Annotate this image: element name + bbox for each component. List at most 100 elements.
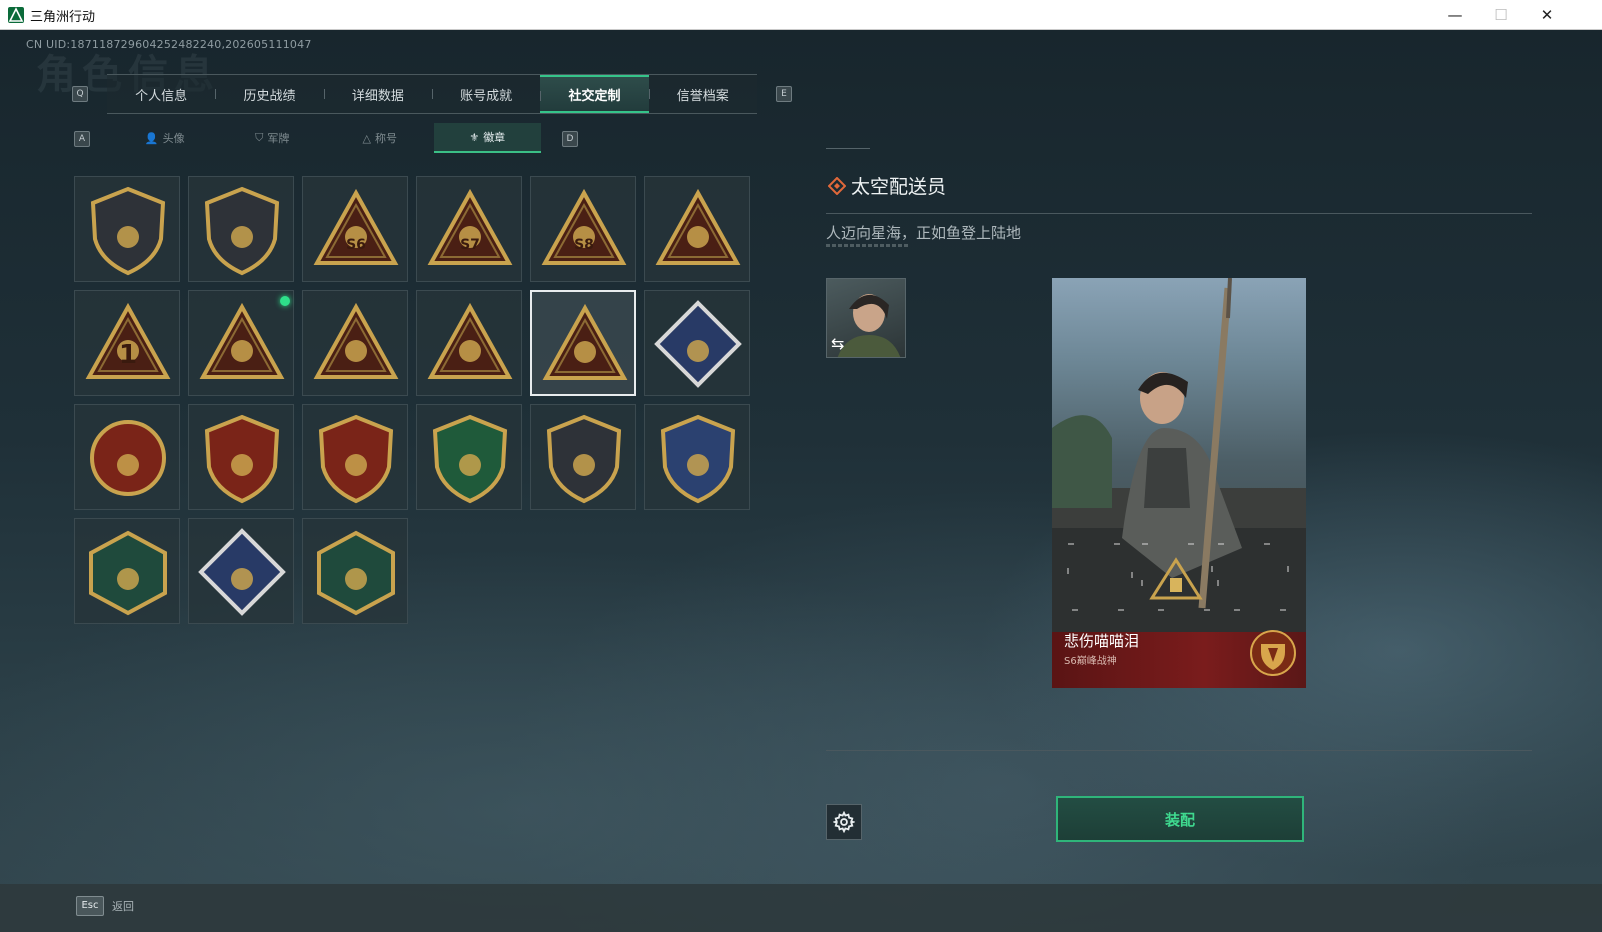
- badge-tile[interactable]: [644, 290, 750, 396]
- detail-decor-line: [826, 148, 870, 153]
- prev-tab-key-hint[interactable]: Q: [72, 86, 88, 102]
- close-button[interactable]: ✕: [1524, 0, 1570, 30]
- badge-tile[interactable]: [416, 290, 522, 396]
- tab-social-custom[interactable]: 社交定制: [540, 75, 649, 113]
- stars-shield-badge-icon: [204, 414, 280, 504]
- s6-badge-icon: S6: [313, 188, 399, 265]
- description-decor: [826, 244, 910, 247]
- card-player-rank: S6巅峰战神: [1064, 656, 1117, 667]
- badge-tile[interactable]: [74, 176, 180, 282]
- next-tab-key-hint[interactable]: E: [776, 86, 792, 102]
- title-icon: △: [362, 131, 371, 145]
- badge-text: S7: [460, 237, 480, 253]
- soldiers-badge-icon: [427, 302, 513, 379]
- prev-subtab-key-hint[interactable]: A: [74, 131, 90, 147]
- subtab-label: 头像: [162, 132, 185, 145]
- badge-icon: ⚜: [469, 130, 480, 144]
- esc-key-hint: Esc: [76, 896, 104, 916]
- badge-tile[interactable]: 1: [74, 290, 180, 396]
- tab-detailed-data[interactable]: 详细数据: [323, 75, 432, 113]
- subtab-label: 称号: [374, 132, 397, 145]
- green-rifle-badge-icon: [432, 414, 508, 504]
- number-one-badge-icon: 1: [85, 302, 171, 379]
- badge-tile[interactable]: [302, 290, 408, 396]
- badge-tile[interactable]: [416, 404, 522, 510]
- badge-detail-title: 太空配送员: [851, 176, 947, 198]
- helicopter-badge-icon: [204, 186, 280, 276]
- rocket-badge-icon: [542, 303, 628, 380]
- new-indicator-dot: [280, 296, 290, 306]
- operator-avatar[interactable]: ⇆: [826, 278, 906, 358]
- dragon-diamond-badge-icon: [198, 528, 286, 616]
- nest-badge-icon: [655, 188, 741, 265]
- app-logo-icon: [8, 7, 24, 23]
- blue-crossed-badge-icon: [660, 414, 736, 504]
- subtab-dogtag[interactable]: ⛉ 军牌: [219, 123, 327, 153]
- tab-achievements[interactable]: 账号成就: [431, 75, 540, 113]
- game-viewport: 角色信息 CN UID:187118729604252482240,202605…: [0, 30, 1602, 932]
- subtab-title[interactable]: △ 称号: [326, 123, 434, 153]
- cargo-badge-icon: [199, 302, 285, 379]
- tab-credit-record[interactable]: 信誉档案: [648, 75, 757, 113]
- badge-tile[interactable]: [74, 404, 180, 510]
- card-player-name: 悲伤喵喵泪: [1064, 632, 1140, 650]
- rose-diamond-badge-icon: [654, 300, 742, 388]
- subtab-badge[interactable]: ⚜ 徽章: [433, 123, 541, 153]
- badge-text: 1: [119, 340, 137, 370]
- equip-button[interactable]: 装配: [1056, 796, 1304, 842]
- detail-bottom-divider: [826, 750, 1532, 751]
- detail-divider: [826, 213, 1532, 214]
- operator-card-art: [1052, 278, 1306, 632]
- badge-detail-description: 人迈向星海，正如鱼登上陆地: [826, 224, 1022, 242]
- swap-icon: ⇆: [831, 334, 845, 353]
- main-tabs: 个人信息 历史战绩 详细数据 账号成就 社交定制 信誉档案: [107, 74, 757, 114]
- uid-text: CN UID:187118729604252482240,20260511104…: [26, 38, 312, 51]
- gear-icon: [833, 811, 855, 833]
- bee-hex-badge-icon: [89, 530, 167, 616]
- s8-badge-icon: S8: [541, 188, 627, 265]
- subtab-label: 徽章: [483, 131, 506, 144]
- diamond-marker-icon: [828, 177, 846, 195]
- dark-rifle-badge-icon: [546, 414, 622, 504]
- footer-bar: [0, 884, 1602, 932]
- badge-tile[interactable]: [188, 176, 294, 282]
- subtab-avatar[interactable]: 👤 头像: [111, 123, 219, 153]
- tab-personal-info[interactable]: 个人信息: [107, 75, 215, 113]
- badge-tile[interactable]: [530, 290, 636, 396]
- back-label: 返回: [112, 900, 134, 913]
- back-button[interactable]: Esc 返回: [76, 896, 134, 916]
- dragonfly-hex-badge-icon: [317, 530, 395, 616]
- badge-tile[interactable]: S8: [530, 176, 636, 282]
- badge-tile[interactable]: [644, 176, 750, 282]
- sub-tabs: 👤 头像 ⛉ 军牌 △ 称号 ⚜ 徽章: [111, 123, 541, 153]
- rank-emblem-icon: [1250, 630, 1296, 676]
- tab-history[interactable]: 历史战绩: [215, 75, 323, 113]
- minimize-button[interactable]: —: [1432, 0, 1478, 30]
- badge-tile[interactable]: S6: [302, 176, 408, 282]
- subtab-label: 军牌: [267, 132, 290, 145]
- next-subtab-key-hint[interactable]: D: [562, 131, 578, 147]
- badge-tile[interactable]: S7: [416, 176, 522, 282]
- badge-tile[interactable]: [188, 404, 294, 510]
- badge-tile[interactable]: [188, 290, 294, 396]
- badge-tile[interactable]: [644, 404, 750, 510]
- maximize-button[interactable]: ☐: [1478, 0, 1524, 30]
- badge-text: S8: [574, 237, 594, 253]
- badge-tile[interactable]: [74, 518, 180, 624]
- window-title: 三角洲行动: [30, 10, 96, 25]
- star-roundel-badge-icon: [90, 420, 166, 496]
- stars-gem-badge-icon: [318, 414, 394, 504]
- badge-tile[interactable]: [302, 404, 408, 510]
- hands-gem-badge-icon: [313, 302, 399, 379]
- shield-triangle-badge-icon: [90, 186, 166, 276]
- player-card-preview: 悲伤喵喵泪 S6巅峰战神: [1052, 278, 1306, 688]
- badge-tile[interactable]: [188, 518, 294, 624]
- badge-text: S6: [346, 237, 366, 253]
- badge-tile[interactable]: [530, 404, 636, 510]
- settings-button[interactable]: [826, 804, 862, 840]
- s7-badge-icon: S7: [427, 188, 513, 265]
- dogtag-icon: ⛉: [255, 131, 264, 144]
- person-icon: 👤: [144, 131, 159, 145]
- window-titlebar: 三角洲行动 — ☐ ✕: [0, 0, 1602, 30]
- badge-tile[interactable]: [302, 518, 408, 624]
